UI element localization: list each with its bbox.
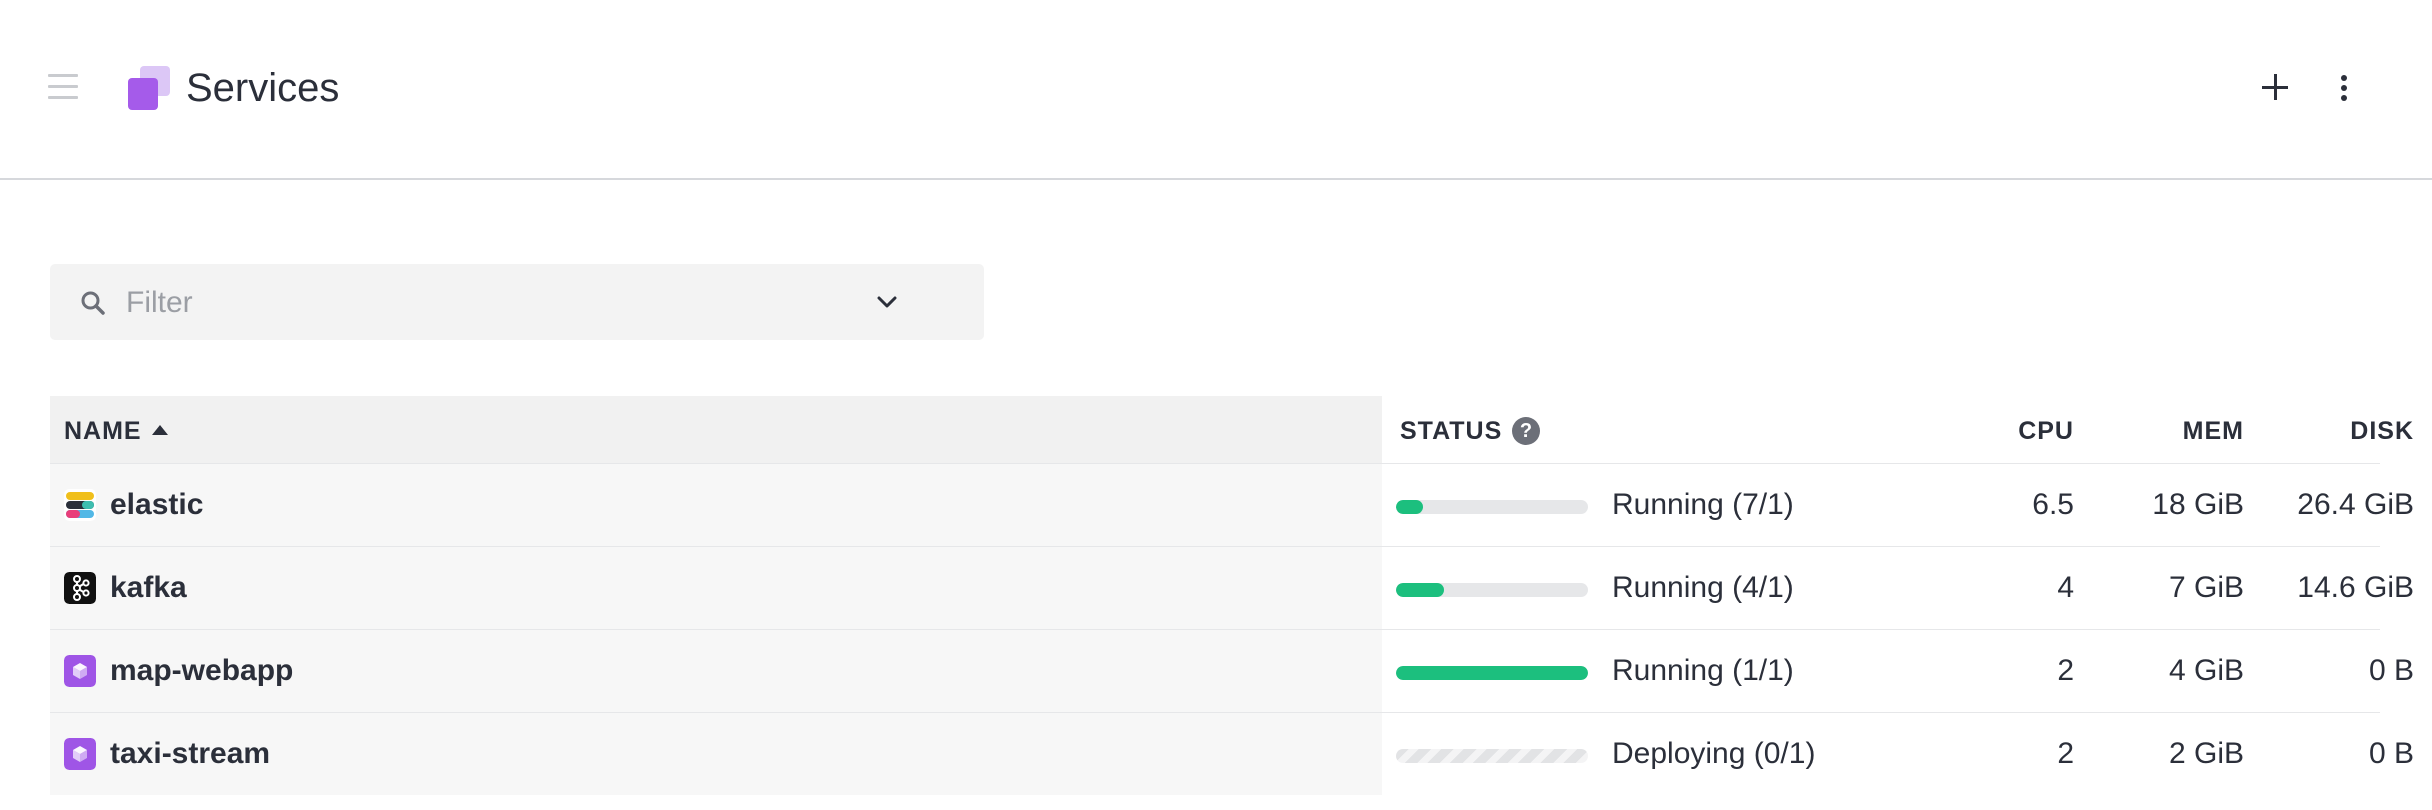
services-page: Services NAME STATUS ? CPU MEM DISK [0, 0, 2432, 810]
disk-value: 14.6 GiB [2297, 571, 2414, 604]
status-progress-fill [1396, 666, 1588, 680]
column-header-mem[interactable]: MEM [2090, 416, 2244, 446]
status-progress-bar [1396, 666, 1588, 680]
page-title: Services [186, 66, 340, 110]
filter-input[interactable] [124, 278, 908, 328]
services-table: NAME STATUS ? CPU MEM DISK elastic Runni… [50, 396, 2414, 795]
name-cell: kafka [50, 547, 1382, 629]
status-progress-bar [1396, 583, 1588, 597]
services-cube-icon [124, 66, 172, 112]
table-row[interactable]: taxi-stream Deploying (0/1) 2 2 GiB 0 B [50, 712, 2414, 795]
status-progress-fill [1396, 500, 1423, 514]
column-header-status[interactable]: STATUS [1400, 416, 1502, 446]
more-options-button[interactable] [2328, 62, 2358, 112]
search-icon [81, 291, 105, 315]
page-header: Services [0, 0, 2432, 180]
column-header-name[interactable]: NAME [64, 416, 142, 446]
kafka-icon [64, 572, 96, 604]
filter-box[interactable] [50, 264, 984, 340]
add-service-button[interactable] [2252, 62, 2298, 112]
table-row[interactable]: elastic Running (7/1) 6.5 18 GiB 26.4 Gi… [50, 463, 2414, 546]
chevron-down-icon[interactable] [875, 294, 899, 310]
status-progress-bar [1396, 500, 1588, 514]
service-name-link[interactable]: kafka [110, 571, 187, 605]
mem-value: 2 GiB [2168, 737, 2244, 770]
name-header-cell[interactable]: NAME [50, 396, 1382, 463]
cpu-value: 4 [2057, 571, 2074, 604]
status-progress-bar [1396, 749, 1588, 763]
table-header-row: NAME STATUS ? CPU MEM DISK [50, 396, 2413, 463]
column-header-cpu[interactable]: CPU [1950, 416, 2074, 446]
disk-value: 0 B [2368, 737, 2414, 770]
cpu-value: 2 [2057, 654, 2074, 687]
service-name-link[interactable]: elastic [110, 488, 203, 522]
hamburger-menu-icon[interactable] [48, 71, 82, 101]
status-text: Running (7/1) [1612, 488, 1794, 521]
name-cell: map-webapp [50, 630, 1382, 712]
table-row[interactable]: kafka Running (4/1) 4 7 GiB 14.6 GiB [50, 546, 2414, 629]
mem-value: 4 GiB [2168, 654, 2244, 687]
status-text: Running (1/1) [1612, 654, 1794, 687]
name-cell: elastic [50, 464, 1382, 546]
service-name-link[interactable]: map-webapp [110, 654, 293, 688]
name-cell: taxi-stream [50, 713, 1382, 795]
status-progress-fill [1396, 583, 1444, 597]
mem-value: 18 GiB [2152, 488, 2244, 521]
status-text: Deploying (0/1) [1612, 737, 1816, 770]
cpu-value: 2 [2057, 737, 2074, 770]
service-cube-icon [64, 738, 96, 770]
mem-value: 7 GiB [2168, 571, 2244, 604]
service-cube-icon [64, 655, 96, 687]
status-text: Running (4/1) [1612, 571, 1794, 604]
table-row[interactable]: map-webapp Running (1/1) 2 4 GiB 0 B [50, 629, 2414, 712]
disk-value: 0 B [2368, 654, 2414, 687]
service-name-link[interactable]: taxi-stream [110, 737, 270, 771]
status-help-icon[interactable]: ? [1512, 417, 1540, 445]
cpu-value: 6.5 [2032, 488, 2074, 521]
column-header-disk[interactable]: DISK [2250, 416, 2414, 446]
elastic-icon [64, 489, 96, 521]
sort-ascending-icon[interactable] [152, 425, 168, 435]
disk-value: 26.4 GiB [2297, 488, 2414, 521]
